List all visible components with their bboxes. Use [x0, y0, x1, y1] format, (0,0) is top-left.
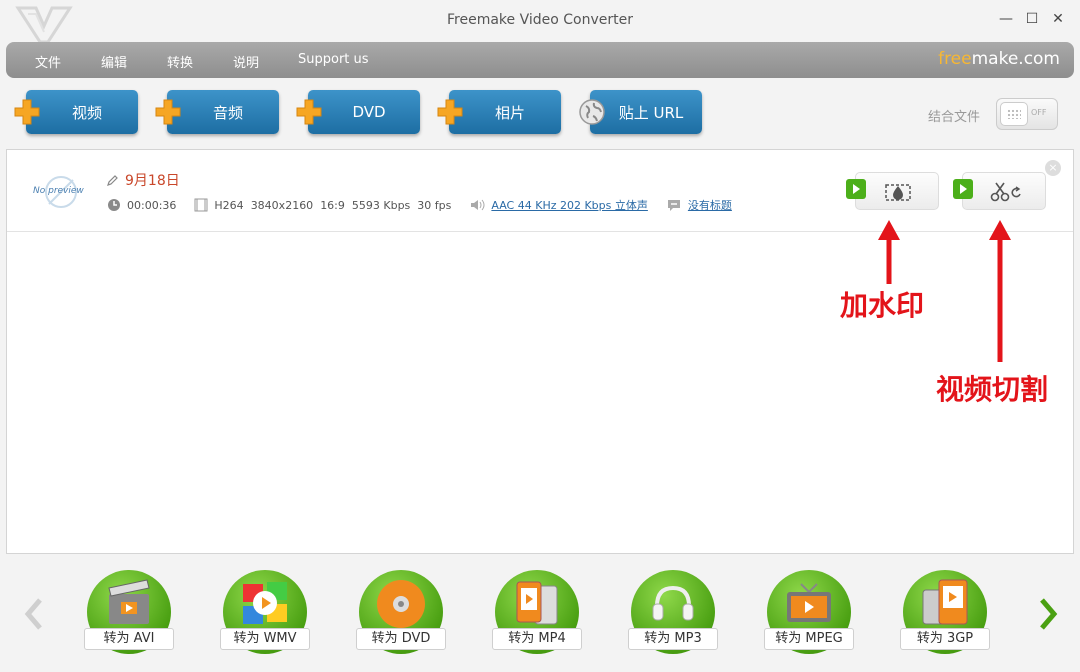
menu-convert[interactable]: 转换: [167, 52, 193, 71]
paste-url-label: 贴上 URL: [618, 103, 684, 122]
phone-icon: [922, 579, 968, 625]
add-photo-label: 相片: [494, 103, 525, 122]
brand-link[interactable]: freemake.com: [938, 49, 1060, 69]
watermark-button[interactable]: [846, 172, 939, 210]
menu-bar: 文件 编辑 转换 说明 Support us freemake.com: [6, 42, 1074, 78]
mp4-player-icon: [516, 581, 558, 625]
convert-avi-label: 转为 AVI: [84, 628, 174, 650]
menu-edit[interactable]: 编辑: [101, 52, 127, 71]
audio-settings-link[interactable]: AAC 44 KHz 202 Kbps 立体声: [491, 197, 648, 213]
file-row[interactable]: No preview 9月18日 00:00:36 H264 3840x2160…: [7, 150, 1073, 232]
subtitle-icon: [666, 198, 682, 212]
maximize-icon[interactable]: ☐: [1024, 10, 1040, 28]
video-resolution: 3840x2160: [250, 198, 314, 212]
film-icon: [194, 198, 208, 212]
speaker-icon: [469, 198, 485, 212]
convert-mp3-label: 转为 MP3: [628, 628, 718, 650]
no-preview-text: No preview: [33, 186, 84, 196]
convert-mpeg-button[interactable]: 转为 MPEG: [764, 570, 854, 658]
plus-icon: [155, 99, 181, 125]
convert-mp4-button[interactable]: 转为 MP4: [492, 570, 582, 658]
video-codec: H264: [214, 198, 244, 212]
annotation-cut: 视频切割: [936, 373, 1049, 406]
convert-dvd-label: 转为 DVD: [356, 628, 446, 650]
add-photo-button[interactable]: 相片: [437, 90, 561, 134]
convert-avi-button[interactable]: 转为 AVI: [84, 570, 174, 658]
add-audio-label: 音频: [212, 103, 243, 122]
add-dvd-button[interactable]: DVD: [296, 90, 420, 134]
convert-3gp-label: 转为 3GP: [900, 628, 990, 650]
clapperboard-icon: [108, 579, 150, 624]
menu-file[interactable]: 文件: [35, 52, 61, 71]
video-aspect: 16:9: [320, 198, 345, 212]
pencil-icon: [107, 175, 118, 186]
convert-3gp-button[interactable]: 转为 3GP: [900, 570, 990, 658]
convert-mp4-label: 转为 MP4: [492, 628, 582, 650]
duration: 00:00:36: [127, 198, 177, 212]
add-video-label: 视频: [71, 103, 102, 122]
file-list-panel: No preview 9月18日 00:00:36 H264 3840x2160…: [6, 149, 1074, 554]
annotation-watermark: 加水印: [840, 289, 925, 322]
toggle-knob: [1000, 102, 1028, 126]
combine-files-label: 结合文件: [928, 110, 981, 125]
globe-icon: [579, 99, 605, 125]
plus-icon: [14, 99, 40, 125]
thumbnail: No preview: [31, 172, 87, 212]
windows-media-icon: [243, 582, 287, 624]
convert-mpeg-label: 转为 MPEG: [764, 628, 854, 650]
play-icon: [953, 179, 973, 199]
watermark-icon: [885, 184, 911, 201]
brand-make: make.com: [971, 49, 1060, 69]
chevron-right-icon[interactable]: [1036, 596, 1060, 632]
menu-support-us[interactable]: Support us: [298, 52, 369, 67]
file-name-text: 9月18日: [125, 173, 180, 189]
toggle-state: OFF: [1031, 108, 1047, 117]
chevron-left-icon[interactable]: [22, 596, 46, 632]
video-bitrate: 5593 Kbps: [351, 198, 411, 212]
plus-icon: [437, 99, 463, 125]
convert-wmv-label: 转为 WMV: [220, 628, 310, 650]
add-dvd-label: DVD: [352, 103, 386, 121]
combine-files-toggle[interactable]: OFF: [996, 98, 1058, 130]
tv-icon: [787, 583, 831, 622]
paste-url-button[interactable]: 贴上 URL: [579, 90, 702, 134]
menu-help[interactable]: 说明: [233, 52, 259, 71]
scissors-icon: [990, 182, 1021, 202]
file-name[interactable]: 9月18日: [107, 170, 180, 190]
headphones-icon: [652, 585, 694, 621]
brand-free: free: [938, 49, 972, 69]
play-icon: [846, 179, 866, 199]
title-bar: Freemake Video Converter — ☐ ✕: [0, 0, 1080, 44]
file-meta: 00:00:36 H264 3840x2160 16:9 5593 Kbps 3…: [107, 197, 732, 213]
minimize-icon[interactable]: —: [998, 10, 1014, 28]
cut-video-button[interactable]: [953, 172, 1046, 210]
convert-dvd-button[interactable]: 转为 DVD: [356, 570, 446, 658]
plus-icon: [296, 99, 322, 125]
clock-icon: [107, 198, 121, 212]
add-video-button[interactable]: 视频: [14, 90, 138, 134]
disc-icon: [377, 580, 425, 628]
subtitle-link[interactable]: 没有标题: [688, 197, 732, 213]
window-title: Freemake Video Converter: [447, 12, 633, 28]
remove-file-icon[interactable]: ×: [1045, 160, 1061, 176]
convert-mp3-button[interactable]: 转为 MP3: [628, 570, 718, 658]
video-fps: 30 fps: [417, 198, 452, 212]
close-icon[interactable]: ✕: [1050, 10, 1066, 28]
convert-wmv-button[interactable]: 转为 WMV: [220, 570, 310, 658]
add-audio-button[interactable]: 音频: [155, 90, 279, 134]
